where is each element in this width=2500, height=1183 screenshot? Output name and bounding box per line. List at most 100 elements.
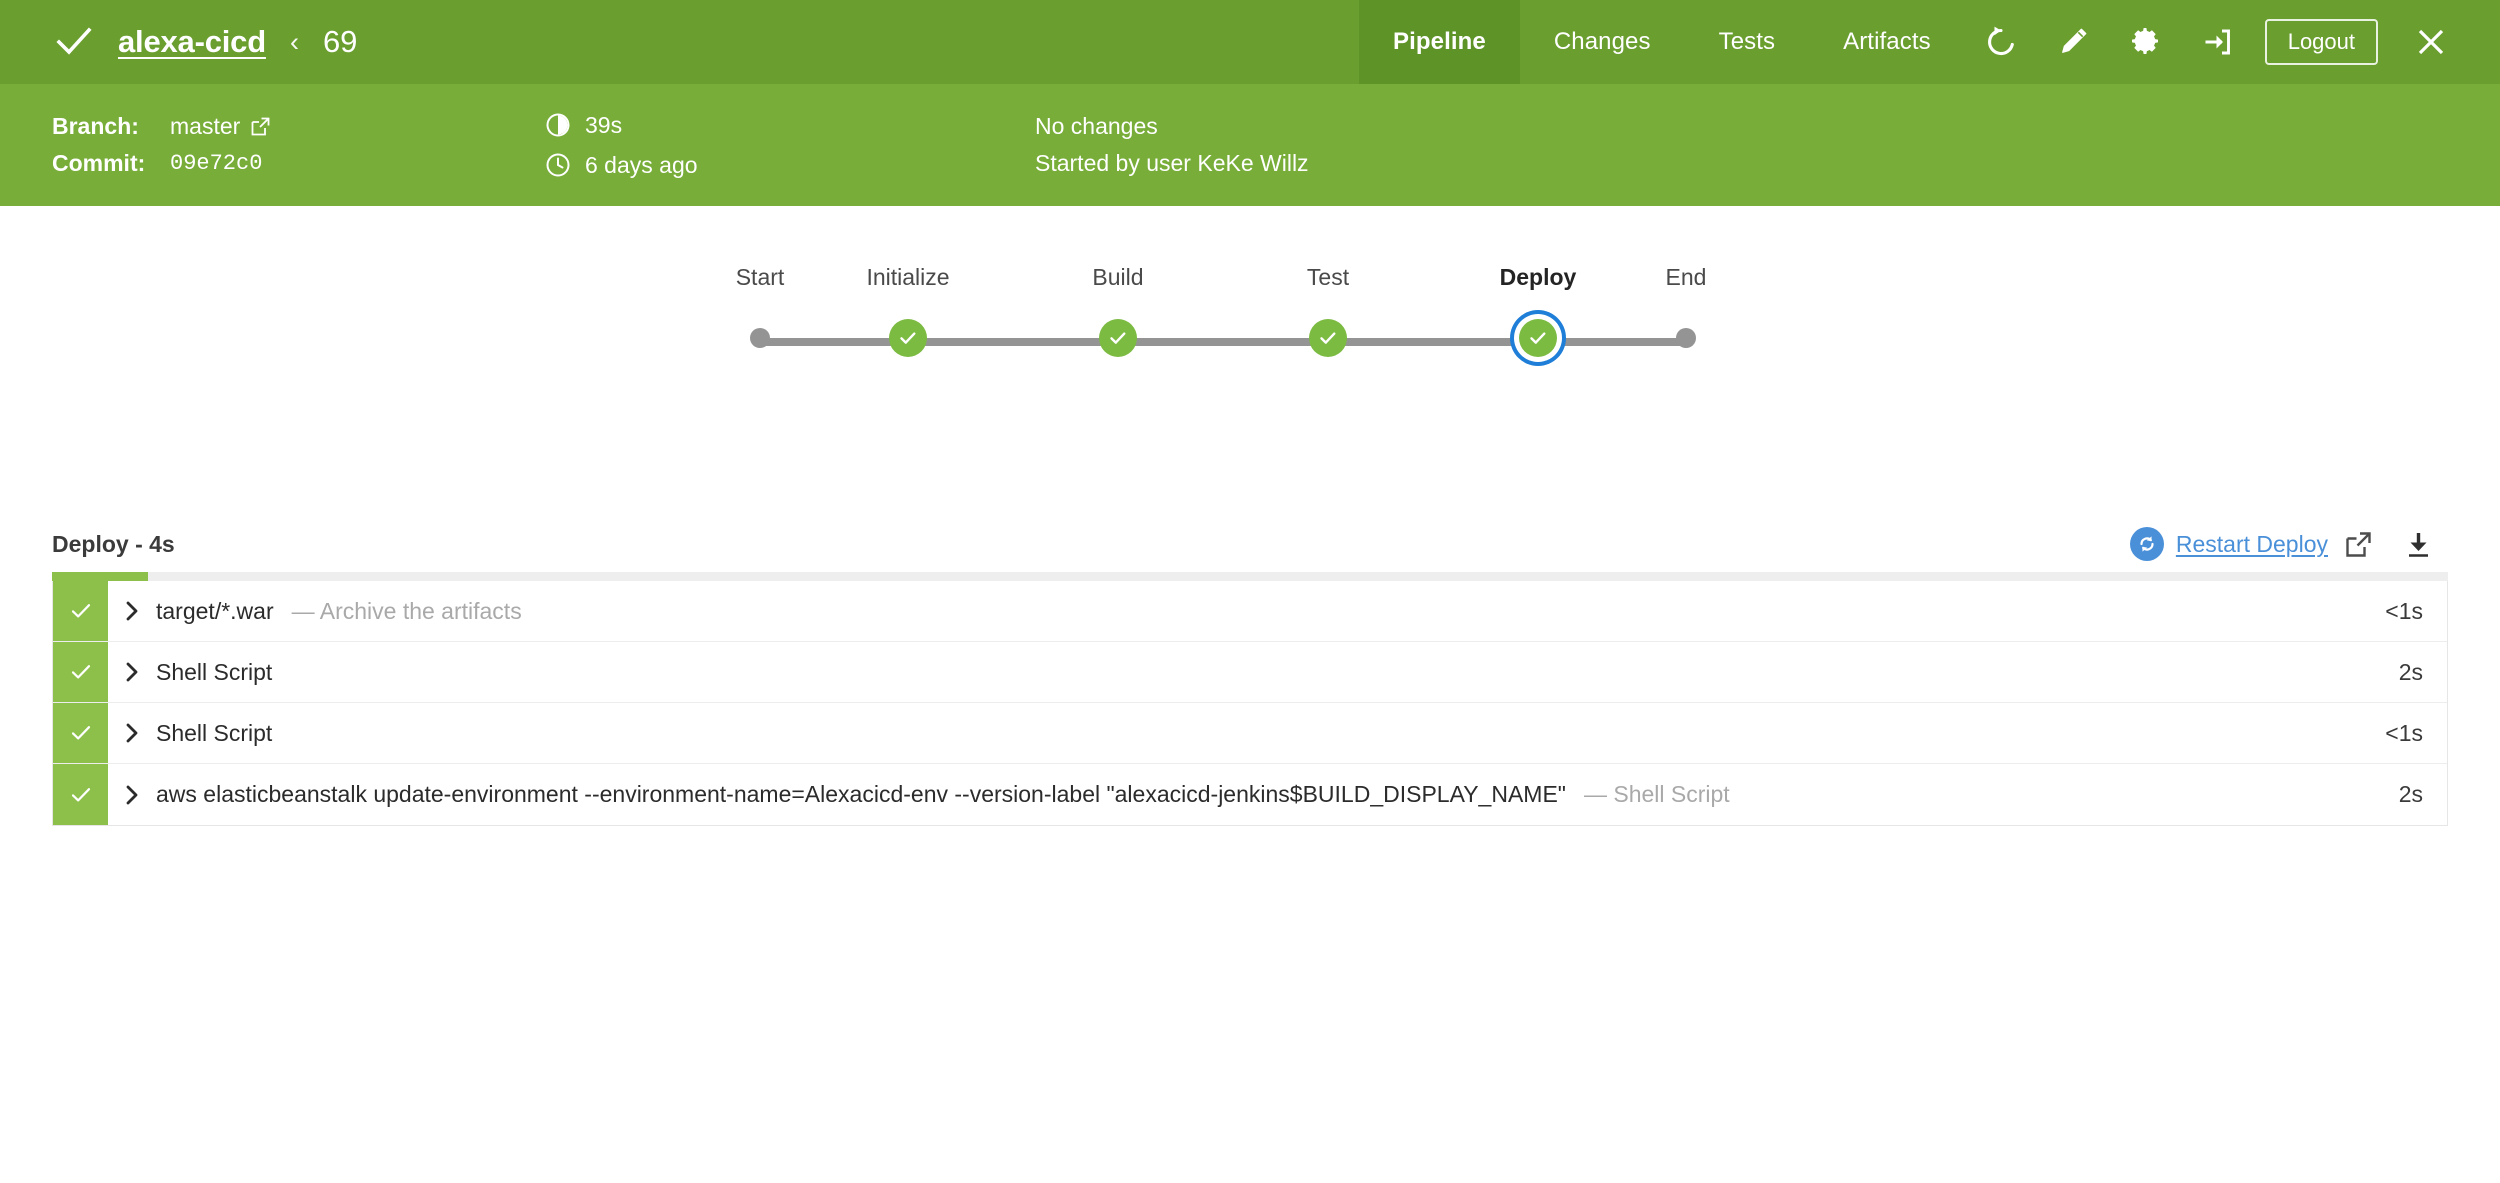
stage-node-test[interactable] <box>1309 319 1347 357</box>
step-status-success-icon <box>53 703 108 763</box>
stage-label-end[interactable]: End <box>1666 264 1707 291</box>
stage-progress-fill <box>52 572 148 581</box>
cause-text: Started by user KeKe Willz <box>1035 152 1309 175</box>
stage-progress-bar <box>52 572 2448 581</box>
branch-row: Branch: master <box>52 115 271 138</box>
download-icon[interactable] <box>2388 521 2448 567</box>
open-log-external-link-icon[interactable] <box>2328 521 2388 567</box>
stage-success-badge-deploy <box>1519 319 1557 357</box>
run-number: 69 <box>323 24 357 60</box>
steps-header: Deploy - 4s Restart Deploy <box>52 516 2448 572</box>
header-spacer <box>357 0 1359 84</box>
stage-node-deploy[interactable] <box>1519 319 1557 357</box>
stage-label-deploy[interactable]: Deploy <box>1500 264 1577 291</box>
stage-label-build[interactable]: Build <box>1092 264 1143 291</box>
table-row[interactable]: Shell Script 2s <box>53 642 2447 703</box>
table-row[interactable]: aws elasticbeanstalk update-environment … <box>53 764 2447 825</box>
step-status-success-icon <box>53 764 108 825</box>
logout-arrow-icon[interactable] <box>2181 0 2253 84</box>
close-icon[interactable] <box>2392 0 2470 84</box>
changes-text: No changes <box>1035 115 1158 138</box>
step-name: Shell Script <box>156 659 272 686</box>
step-expand-chevron-icon[interactable] <box>108 764 156 825</box>
step-status-success-icon <box>53 581 108 641</box>
step-expand-chevron-icon[interactable] <box>108 642 156 702</box>
stage-success-badge-initialize <box>889 319 927 357</box>
step-duration: <1s <box>2297 581 2447 641</box>
steps-section: Deploy - 4s Restart Deploy <box>0 516 2500 826</box>
step-duration: <1s <box>2297 703 2447 763</box>
stage-label-initialize[interactable]: Initialize <box>866 264 949 291</box>
restart-circle-icon <box>2130 527 2164 561</box>
step-type: — Archive the artifacts <box>292 598 522 625</box>
restart-deploy-label: Restart Deploy <box>2176 531 2328 558</box>
pipeline-graph-area: Start Initialize Build Test Deploy End <box>0 206 2500 516</box>
step-main: Shell Script <box>156 703 2297 763</box>
duration-value: 39s <box>585 114 622 137</box>
edit-pencil-icon[interactable] <box>2037 0 2109 84</box>
meta-column-timing: 39s 6 days ago <box>545 84 698 206</box>
started-time-value: 6 days ago <box>585 154 698 177</box>
pipeline-name-link[interactable]: alexa-cicd <box>118 24 266 60</box>
steps-table: target/*.war — Archive the artifacts <1s… <box>52 581 2448 826</box>
meta-column-scm: Branch: master Commit: 09e72c0 <box>52 84 271 206</box>
clock-icon <box>545 152 571 178</box>
step-main: aws elasticbeanstalk update-environment … <box>156 764 2297 825</box>
header-tabs: Pipeline Changes Tests Artifacts <box>1359 0 1965 84</box>
tab-changes[interactable]: Changes <box>1520 0 1685 84</box>
table-row[interactable]: Shell Script <1s <box>53 703 2447 764</box>
connector-deploy-end <box>1538 338 1686 346</box>
commit-value: 09e72c0 <box>170 153 262 175</box>
stage-label-start[interactable]: Start <box>736 264 785 291</box>
rerun-icon[interactable] <box>1965 0 2037 84</box>
stage-label-test[interactable]: Test <box>1307 264 1349 291</box>
step-name: target/*.war <box>156 598 274 625</box>
connector-start-initialize <box>760 338 908 346</box>
run-meta-bar: Branch: master Commit: 09e72c0 <box>0 84 2500 206</box>
endpoint-dot-end <box>1676 328 1696 348</box>
header-action-icons: Logout <box>1965 0 2500 84</box>
connector-build-test <box>1118 338 1328 346</box>
changes-row: No changes <box>1035 115 1309 138</box>
step-duration: 2s <box>2297 764 2447 825</box>
step-name: Shell Script <box>156 720 272 747</box>
steps-title: Deploy - 4s <box>52 531 175 558</box>
branch-label: Branch: <box>52 115 170 138</box>
connector-test-deploy <box>1328 338 1538 346</box>
step-duration: 2s <box>2297 642 2447 702</box>
table-row[interactable]: target/*.war — Archive the artifacts <1s <box>53 581 2447 642</box>
stage-node-start[interactable] <box>750 328 770 348</box>
stage-node-end[interactable] <box>1676 328 1696 348</box>
tab-artifacts[interactable]: Artifacts <box>1809 0 1965 84</box>
step-expand-chevron-icon[interactable] <box>108 581 156 641</box>
restart-deploy-button[interactable]: Restart Deploy <box>2130 527 2328 561</box>
step-main: Shell Script <box>156 642 2297 702</box>
duration-row: 39s <box>545 112 698 138</box>
step-name: aws elasticbeanstalk update-environment … <box>156 781 1566 808</box>
commit-label: Commit: <box>52 152 170 175</box>
external-link-icon[interactable] <box>250 116 271 137</box>
tab-pipeline[interactable]: Pipeline <box>1359 0 1520 84</box>
gear-icon[interactable] <box>2109 0 2181 84</box>
breadcrumb-separator-icon: ‹ <box>290 27 299 58</box>
step-type: — Shell Script <box>1584 781 1730 808</box>
meta-column-cause: No changes Started by user KeKe Willz <box>1035 84 1309 206</box>
tab-tests[interactable]: Tests <box>1685 0 1810 84</box>
step-main: target/*.war — Archive the artifacts <box>156 581 2297 641</box>
connector-initialize-build <box>908 338 1118 346</box>
run-status-check-icon <box>52 20 96 64</box>
app-header: alexa-cicd ‹ 69 Pipeline Changes Tests A… <box>0 0 2500 84</box>
logout-button[interactable]: Logout <box>2265 19 2378 65</box>
stage-success-badge-build <box>1099 319 1137 357</box>
started-time-row: 6 days ago <box>545 152 698 178</box>
header-brand-block: alexa-cicd ‹ 69 <box>0 0 357 84</box>
duration-icon <box>545 112 571 138</box>
stage-node-build[interactable] <box>1099 319 1137 357</box>
cause-row: Started by user KeKe Willz <box>1035 152 1309 175</box>
step-expand-chevron-icon[interactable] <box>108 703 156 763</box>
step-status-success-icon <box>53 642 108 702</box>
stage-node-initialize[interactable] <box>889 319 927 357</box>
endpoint-dot-start <box>750 328 770 348</box>
branch-value: master <box>170 115 240 138</box>
stage-success-badge-test <box>1309 319 1347 357</box>
